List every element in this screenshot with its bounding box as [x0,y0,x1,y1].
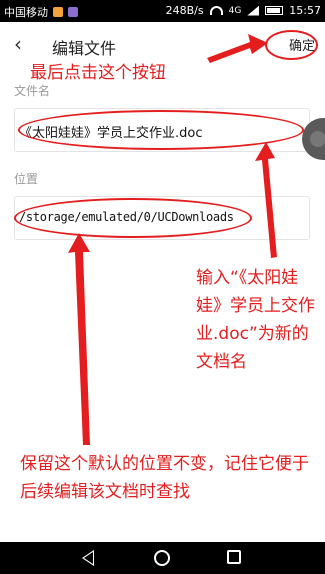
wifi-icon [209,6,223,15]
annotation-new-filename: 输入“《太阳娃娃》学员上交作业.doc”为新的文档名 [196,268,315,372]
nav-recent-icon[interactable] [227,550,241,564]
confirm-highlight-ring [265,30,318,60]
network-type: 4G [228,5,242,16]
filename-highlight-ring [18,110,304,150]
notification-icon [53,7,63,17]
network-speed: 248B/s [165,4,204,17]
nav-home-icon[interactable] [154,550,170,566]
carrier-label: 中国移动 [4,6,48,19]
annotation-click-confirm: 最后点击这个按钮 [30,63,166,83]
status-bar: 中国移动 248B/s 4G 15:57 [0,0,325,22]
navigation-bar [0,542,325,574]
battery-icon [265,6,284,15]
arrow-to-location [68,233,90,445]
back-icon[interactable]: ‹ [14,32,22,56]
status-bar-right: 248B/s 4G 15:57 [166,4,321,17]
status-bar-left: 中国移动 [4,4,78,20]
status-time: 15:57 [289,4,321,17]
app-notification-icon [68,7,78,17]
filename-label: 文件名 [14,84,51,98]
signal-icon [247,5,260,16]
location-label: 位置 [14,172,39,186]
page-title: 编辑文件 [52,39,117,58]
location-highlight-ring [14,198,252,238]
nav-back-icon[interactable] [82,550,94,566]
annotation-keep-location: 保留这个默认的位置不变，记住它便于后续编辑该文档时查找 [20,454,309,502]
